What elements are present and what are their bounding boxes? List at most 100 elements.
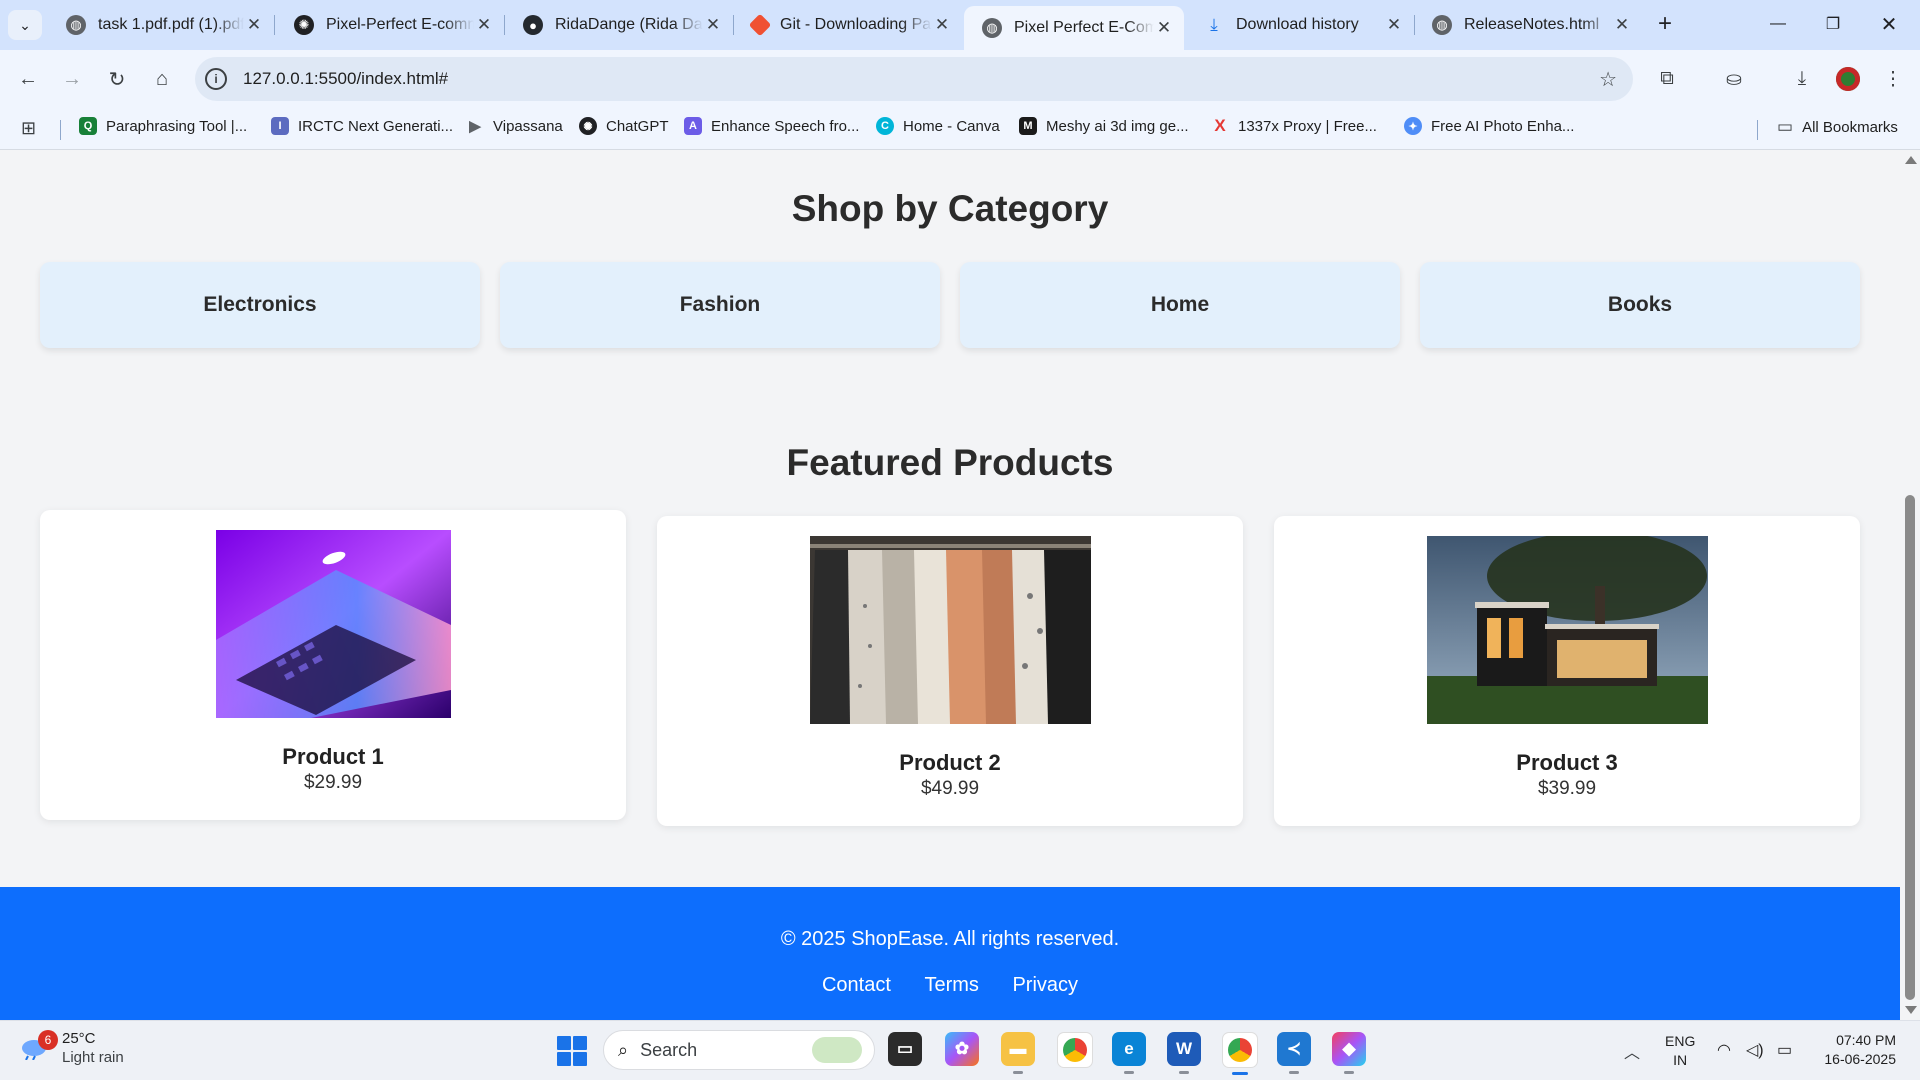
- close-icon[interactable]: ✕: [703, 15, 723, 35]
- footer-link-privacy[interactable]: Privacy: [1012, 974, 1078, 996]
- bookmark-1337x[interactable]: X 1337x Proxy | Free...: [1211, 116, 1377, 135]
- new-tab-plus-icon[interactable]: +: [1651, 12, 1679, 36]
- tab-task-pdf[interactable]: ◍ task 1.pdf.pdf (1).pdf ✕: [48, 6, 275, 44]
- bookmark-chatgpt[interactable]: ✺ ChatGPT: [579, 117, 669, 135]
- bookmark-free-ai-photo[interactable]: ✦ Free AI Photo Enha...: [1404, 117, 1574, 135]
- category-card-books[interactable]: Books: [1420, 262, 1860, 348]
- product-card[interactable]: Product 2 $49.99: [657, 516, 1243, 826]
- page-scrollbar[interactable]: [1900, 150, 1920, 1020]
- bookmark-label: ChatGPT: [606, 117, 669, 135]
- product-image-clothes-rack[interactable]: [810, 536, 1091, 724]
- menu-kebab-icon[interactable]: ⋮: [1877, 63, 1909, 95]
- weather-widget[interactable]: 6 25°C Light rain: [20, 1029, 124, 1067]
- region-code: IN: [1673, 1052, 1688, 1068]
- bookmark-star-icon[interactable]: ☆: [1599, 67, 1617, 92]
- close-icon[interactable]: ✕: [474, 15, 494, 35]
- tab-strip: ⌄ ◍ task 1.pdf.pdf (1).pdf ✕ ✺ Pixel-Per…: [0, 0, 1920, 50]
- restore-icon[interactable]: ❐: [1813, 10, 1853, 38]
- tab-pixel-perfect-chatgpt[interactable]: ✺ Pixel-Perfect E-comm ✕: [276, 6, 505, 44]
- bookmark-vipassana[interactable]: ▶ Vipassana: [466, 117, 563, 136]
- product-image-laptop[interactable]: [216, 530, 451, 718]
- category-card-home[interactable]: Home: [960, 262, 1400, 348]
- system-clock[interactable]: 07:40 PM 16-06-2025: [1810, 1031, 1896, 1069]
- tab-title: Pixel-Perfect E-comm: [326, 16, 474, 33]
- product-card[interactable]: Product 3 $39.99: [1274, 516, 1860, 826]
- taskbar-search-box[interactable]: ⌕ Search: [603, 1030, 875, 1070]
- site-info-icon[interactable]: i: [205, 68, 227, 90]
- globe-icon: ◍: [1432, 15, 1452, 35]
- back-arrow-icon[interactable]: ←: [11, 62, 45, 96]
- tab-title: Git - Downloading Pa: [780, 16, 932, 33]
- downloads-icon[interactable]: ⤓: [1786, 63, 1818, 95]
- all-bookmarks[interactable]: ▭ All Bookmarks: [1777, 117, 1898, 137]
- volume-icon[interactable]: ◁): [1746, 1040, 1764, 1060]
- tray-overflow-chevron-icon[interactable]: ︿: [1624, 1039, 1640, 1063]
- product-image-modern-house[interactable]: [1427, 536, 1708, 724]
- weather-description: Light rain: [62, 1049, 124, 1066]
- tab-title: Download history: [1236, 16, 1359, 33]
- scroll-up-arrow-icon[interactable]: [1905, 156, 1917, 164]
- bookmark-label: Free AI Photo Enha...: [1431, 117, 1575, 135]
- irctc-icon: I: [271, 117, 289, 135]
- scroll-down-arrow-icon[interactable]: [1905, 1006, 1917, 1014]
- bookmark-canva[interactable]: C Home - Canva: [876, 117, 1000, 135]
- windows-taskbar: 6 25°C Light rain ⌕ Search ▭ ✿ ▬ e W ≺ ◆…: [0, 1020, 1920, 1080]
- close-icon[interactable]: ✕: [1384, 15, 1404, 35]
- clock-time: 07:40 PM: [1836, 1032, 1896, 1048]
- bookmark-meshy[interactable]: M Meshy ai 3d img ge...: [1019, 117, 1189, 135]
- product-card[interactable]: Product 1 $29.99: [40, 510, 626, 820]
- close-icon[interactable]: ✕: [244, 15, 264, 35]
- tab-release-notes[interactable]: ◍ ReleaseNotes.html ✕: [1414, 6, 1642, 44]
- close-icon[interactable]: ✕: [1154, 18, 1174, 38]
- reload-icon[interactable]: ↻: [100, 62, 134, 96]
- edge-icon[interactable]: e: [1112, 1032, 1146, 1074]
- tab-search-chevron-icon[interactable]: ⌄: [8, 10, 42, 40]
- close-icon[interactable]: ✕: [1612, 15, 1632, 35]
- close-icon[interactable]: ✕: [932, 15, 952, 35]
- apps-grid-icon[interactable]: ⊞: [21, 118, 36, 139]
- incognito-icon[interactable]: ⛀: [1718, 63, 1750, 95]
- copilot-icon[interactable]: ✿: [945, 1032, 979, 1066]
- avatar: [1836, 67, 1860, 91]
- bookmark-irctc[interactable]: I IRCTC Next Generati...: [271, 117, 453, 135]
- tab-download-history[interactable]: ⤓ Download history ✕: [1186, 6, 1415, 44]
- home-icon[interactable]: ⌂: [145, 62, 179, 96]
- profile-avatar[interactable]: [1832, 63, 1864, 95]
- scroll-thumb[interactable]: [1905, 495, 1915, 1000]
- word-icon[interactable]: W: [1167, 1032, 1201, 1074]
- tab-title: Pixel Perfect E-Comm: [1014, 19, 1154, 36]
- footer-links: Contact Terms Privacy: [0, 974, 1900, 997]
- tab-pixel-perfect-ecommerce[interactable]: ◍ Pixel Perfect E-Comm ✕: [964, 6, 1184, 50]
- site-footer: © 2025 ShopEase. All rights reserved. Co…: [0, 887, 1900, 1020]
- gitkraken-icon[interactable]: ◆: [1332, 1032, 1366, 1074]
- windows-start-icon[interactable]: [557, 1036, 587, 1066]
- task-view-icon[interactable]: ▭: [888, 1032, 922, 1066]
- window-close-icon[interactable]: ✕: [1869, 10, 1909, 38]
- tab-git-download[interactable]: Git - Downloading Pa ✕: [734, 6, 962, 44]
- chrome-icon[interactable]: [1057, 1032, 1093, 1068]
- tab-github[interactable]: ● RidaDange (Rida Dan ✕: [505, 6, 734, 44]
- vscode-icon[interactable]: ≺: [1277, 1032, 1311, 1074]
- minimize-icon[interactable]: —: [1758, 10, 1798, 38]
- battery-icon[interactable]: ▭: [1777, 1040, 1792, 1060]
- extensions-puzzle-icon[interactable]: ⧉: [1651, 63, 1683, 95]
- chrome-profile-icon[interactable]: [1222, 1032, 1258, 1075]
- language-indicator[interactable]: ENG IN: [1665, 1032, 1695, 1070]
- bookmark-paraphrasing-tool[interactable]: Q Paraphrasing Tool |...: [79, 117, 247, 135]
- footer-link-terms[interactable]: Terms: [924, 974, 978, 996]
- canva-icon: C: [876, 117, 894, 135]
- weather-badge: 6: [38, 1030, 58, 1050]
- laptop-illustration: [216, 530, 451, 718]
- footer-link-contact[interactable]: Contact: [822, 974, 891, 996]
- tab-title: task 1.pdf.pdf (1).pdf: [98, 16, 244, 33]
- forward-arrow-icon[interactable]: →: [55, 62, 89, 96]
- address-bar[interactable]: i 127.0.0.1:5500/index.html# ☆: [195, 57, 1633, 101]
- category-card-electronics[interactable]: Electronics: [40, 262, 480, 348]
- bookmark-enhance-speech[interactable]: A Enhance Speech fro...: [684, 117, 859, 135]
- url-text[interactable]: 127.0.0.1:5500/index.html#: [243, 69, 448, 89]
- category-card-fashion[interactable]: Fashion: [500, 262, 940, 348]
- bookmark-label: 1337x Proxy | Free...: [1238, 117, 1377, 135]
- chatgpt-icon: ✺: [294, 15, 314, 35]
- file-explorer-icon[interactable]: ▬: [1001, 1032, 1035, 1074]
- wifi-icon[interactable]: ◠: [1717, 1040, 1731, 1060]
